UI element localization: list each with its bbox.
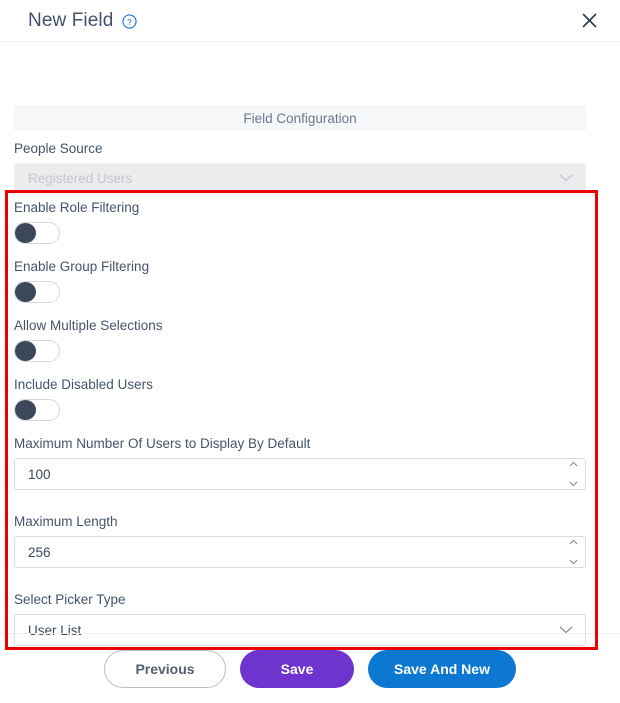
toggle-knob [15, 341, 36, 361]
allow-multiple-selections-label: Allow Multiple Selections [14, 318, 163, 333]
allow-multiple-selections-field: Allow Multiple Selections [14, 317, 586, 362]
enable-group-filtering-toggle[interactable] [14, 281, 60, 303]
max-users-label: Maximum Number Of Users to Display By De… [14, 436, 311, 451]
svg-text:?: ? [128, 17, 133, 27]
people-source-value: Registered Users [28, 170, 133, 186]
toggle-knob [15, 400, 36, 420]
help-circle-icon[interactable]: ? [122, 14, 137, 29]
save-button[interactable]: Save [240, 649, 355, 688]
close-icon[interactable] [576, 8, 602, 34]
people-source-field: People Source Registered Users [14, 140, 586, 193]
max-length-stepper[interactable] [567, 539, 580, 565]
dialog-header: New Field ? [0, 0, 620, 42]
max-users-stepper[interactable] [567, 461, 580, 487]
include-disabled-users-toggle[interactable] [14, 399, 60, 421]
enable-group-filtering-field: Enable Group Filtering [14, 258, 586, 303]
enable-role-filtering-label: Enable Role Filtering [14, 200, 140, 215]
people-source-label: People Source [14, 141, 103, 156]
enable-role-filtering-field: Enable Role Filtering [14, 199, 586, 244]
field-configuration-header: Field Configuration [14, 105, 586, 131]
dialog-footer: Previous Save Save And New [0, 633, 620, 703]
save-and-new-button[interactable]: Save And New [368, 649, 516, 688]
max-users-field: Maximum Number Of Users to Display By De… [14, 435, 586, 490]
include-disabled-users-label: Include Disabled Users [14, 377, 153, 392]
new-field-dialog: New Field ? Field Configuration People S… [0, 0, 620, 703]
chevron-down-icon [559, 171, 573, 186]
max-length-label: Maximum Length [14, 514, 118, 529]
include-disabled-users-field: Include Disabled Users [14, 376, 586, 421]
toggle-knob [15, 282, 36, 302]
page-title: New Field [28, 9, 114, 31]
max-users-input[interactable] [14, 458, 586, 490]
dialog-body: Field Configuration People Source Regist… [0, 42, 620, 650]
allow-multiple-selections-toggle[interactable] [14, 340, 60, 362]
picker-type-label: Select Picker Type [14, 592, 126, 607]
enable-role-filtering-toggle[interactable] [14, 222, 60, 244]
max-length-input[interactable] [14, 536, 586, 568]
max-length-field: Maximum Length [14, 513, 586, 568]
toggle-knob [15, 223, 36, 243]
max-length-input-wrap [14, 536, 586, 568]
previous-button[interactable]: Previous [104, 649, 227, 688]
enable-group-filtering-label: Enable Group Filtering [14, 259, 150, 274]
people-source-select: Registered Users [14, 163, 586, 193]
max-users-input-wrap [14, 458, 586, 490]
